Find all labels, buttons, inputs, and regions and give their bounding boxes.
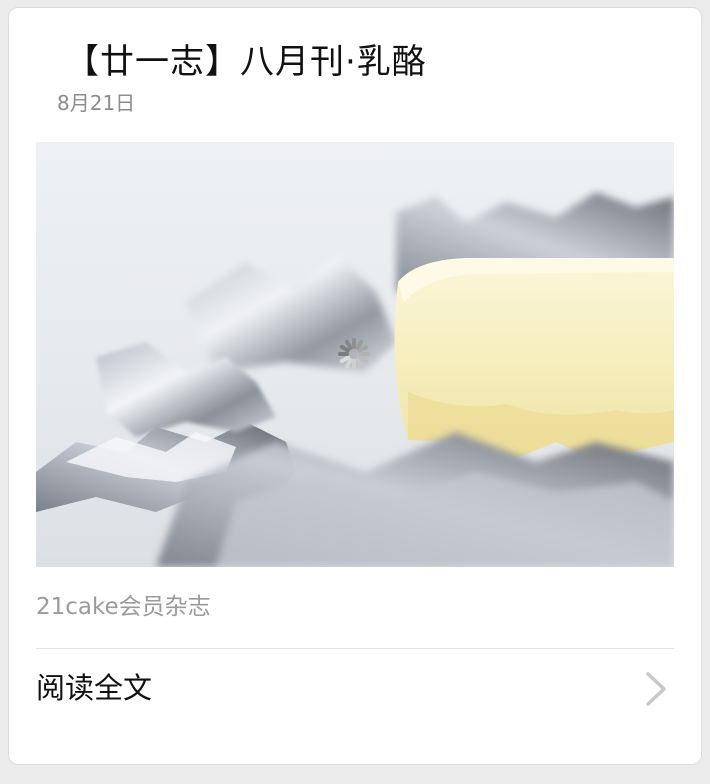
cover-image-art bbox=[36, 142, 674, 567]
read-more-row[interactable]: 阅读全文 bbox=[36, 649, 674, 727]
article-title: 【廿一志】八月刊·乳酪 bbox=[65, 42, 427, 82]
cover-image[interactable] bbox=[36, 142, 674, 567]
read-more-label: 阅读全文 bbox=[36, 671, 153, 705]
chevron-right-icon bbox=[642, 671, 672, 707]
article-date: 8月21日 bbox=[57, 91, 136, 115]
article-source: 21cake会员杂志 bbox=[36, 594, 211, 620]
article-card[interactable]: 【廿一志】八月刊·乳酪 8月21日 21cake会员杂志 阅读全文 bbox=[8, 7, 702, 765]
